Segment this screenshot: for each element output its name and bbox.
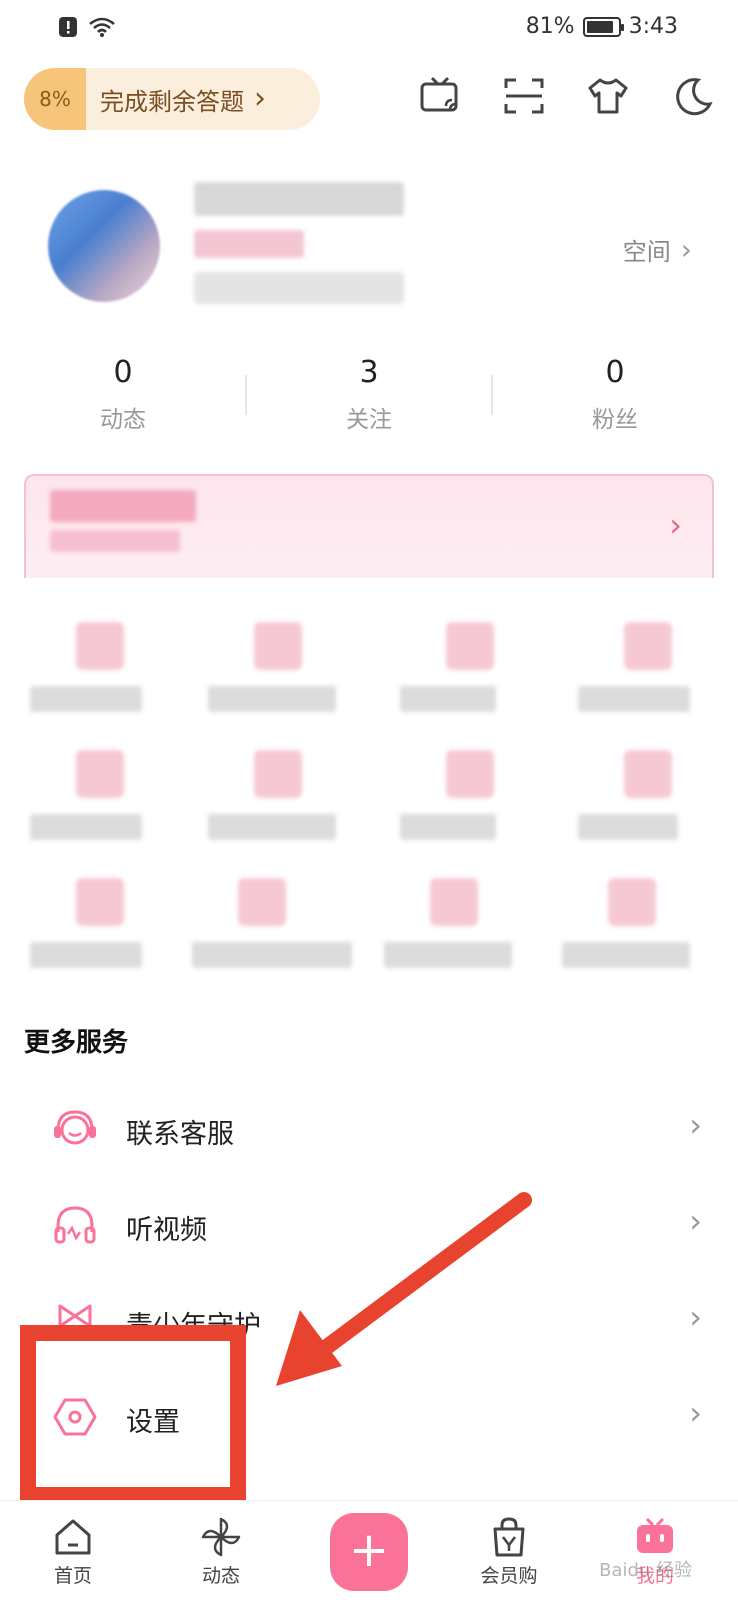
tv-mascot-icon [637, 1517, 673, 1553]
nav-label: 会员购 [480, 1565, 538, 1587]
grid-item[interactable] [400, 738, 540, 858]
grid-item[interactable] [208, 738, 348, 858]
stat-label: 动态 [100, 407, 146, 433]
bottom-nav: 首页 动态 + 会员购 我的 Baidu 经验 [0, 1500, 738, 1600]
wifi-icon [89, 17, 115, 37]
stat-label: 关注 [346, 407, 392, 433]
stat-following[interactable]: 3 关注 [246, 355, 492, 445]
home-icon [55, 1519, 91, 1555]
grid-item[interactable] [30, 738, 170, 858]
grid-item[interactable] [384, 866, 524, 986]
chevron-right-icon: › [680, 233, 692, 266]
pinwheel-icon [201, 1517, 241, 1557]
chevron-right-icon: › [689, 1298, 702, 1336]
alert-icon [59, 17, 77, 37]
status-bar: 81% 3:43 [0, 0, 738, 56]
task-progress-pill[interactable]: 8% 完成剩余答题 › [24, 68, 320, 130]
more-services-title: 更多服务 [24, 1028, 129, 1058]
service-item-customer-service[interactable]: 联系客服 › [0, 1080, 738, 1176]
task-label: 完成剩余答题 [100, 87, 244, 116]
avatar[interactable] [48, 190, 160, 302]
scan-icon[interactable] [502, 74, 546, 118]
tv-cast-icon[interactable] [418, 74, 462, 118]
battery-icon [582, 16, 624, 37]
grid-item[interactable] [30, 610, 170, 730]
grid-item[interactable] [30, 866, 170, 986]
profile-header[interactable]: 空间 › [0, 160, 738, 330]
nav-vip-shop[interactable]: 会员购 [464, 1515, 554, 1588]
grid-item[interactable] [562, 866, 702, 986]
chevron-right-icon: › [689, 1394, 702, 1432]
watermark: Baidu 经验 [599, 1560, 692, 1581]
stat-count: 0 [113, 355, 133, 390]
grid-item[interactable] [192, 866, 352, 986]
grid-item[interactable] [578, 610, 718, 730]
service-label: 听视频 [126, 1215, 207, 1246]
chevron-right-icon: › [689, 1202, 702, 1240]
chevron-right-icon: › [254, 81, 266, 116]
vip-banner[interactable]: › [24, 474, 714, 578]
chevron-right-icon: › [689, 1106, 702, 1144]
stat-label: 粉丝 [592, 407, 638, 433]
task-percent: 8% [24, 68, 86, 130]
grid-item[interactable] [400, 610, 540, 730]
space-link[interactable]: 空间 › [623, 232, 692, 267]
theme-shirt-icon[interactable] [586, 74, 630, 118]
service-label: 联系客服 [126, 1119, 234, 1150]
vip-badge-blurred [194, 230, 304, 258]
coin-info-blurred [194, 272, 404, 304]
battery-percent: 81% [525, 14, 575, 39]
headset-icon [54, 1110, 96, 1145]
stat-count: 0 [605, 355, 625, 390]
grid-item[interactable] [208, 610, 348, 730]
top-bar: 8% 完成剩余答题 › [0, 68, 738, 130]
nav-dynamics[interactable]: 动态 [176, 1515, 266, 1588]
divider [245, 375, 247, 415]
publish-plus-button[interactable]: + [330, 1513, 408, 1591]
stat-count: 3 [359, 355, 379, 390]
username-blurred [194, 182, 404, 216]
stat-dynamics[interactable]: 0 动态 [0, 355, 246, 445]
clock-time: 3:43 [628, 14, 678, 39]
nav-home[interactable]: 首页 [28, 1515, 118, 1588]
night-mode-icon[interactable] [670, 74, 714, 118]
divider [491, 375, 493, 415]
annotation-highlight-box [20, 1325, 246, 1503]
chevron-right-icon: › [669, 506, 682, 544]
stats-row: 0 动态 3 关注 0 粉丝 [0, 355, 738, 445]
headphones-icon [54, 1206, 96, 1244]
feature-grid [0, 600, 738, 980]
nav-label: 动态 [201, 1565, 240, 1587]
vip-title-blurred [50, 490, 196, 522]
grid-item[interactable] [578, 738, 718, 858]
space-label: 空间 [622, 238, 671, 266]
service-item-listen-video[interactable]: 听视频 › [0, 1176, 738, 1272]
nav-label: 首页 [53, 1565, 92, 1587]
vip-subtitle-blurred [50, 530, 180, 552]
stat-followers[interactable]: 0 粉丝 [492, 355, 738, 445]
shopping-bag-icon [493, 1517, 525, 1557]
